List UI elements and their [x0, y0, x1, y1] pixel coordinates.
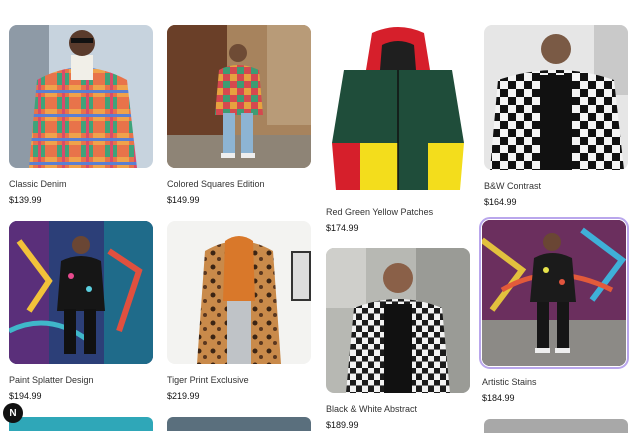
product-price: $174.99 [326, 223, 359, 233]
product-image[interactable] [326, 248, 470, 393]
product-name[interactable]: Paint Splatter Design [9, 375, 153, 385]
product-name[interactable]: Colored Squares Edition [167, 179, 311, 189]
product-image[interactable] [484, 25, 628, 170]
product-image[interactable] [479, 217, 629, 369]
product-card[interactable]: Artistic Stains $184.99 [479, 217, 629, 403]
product-image[interactable] [167, 25, 311, 168]
product-name[interactable]: Artistic Stains [482, 377, 626, 387]
product-image[interactable] [326, 25, 470, 196]
product-image[interactable] [167, 221, 311, 364]
n-logo-badge[interactable]: N [3, 403, 23, 423]
product-price: $219.99 [167, 391, 200, 401]
product-image-partial[interactable] [9, 417, 153, 431]
product-name[interactable]: Black & White Abstract [326, 404, 470, 414]
product-card[interactable]: Red Green Yellow Patches $174.99 [326, 25, 470, 233]
product-price: $164.99 [484, 197, 517, 207]
product-card[interactable]: Paint Splatter Design $194.99 [9, 221, 153, 401]
product-price: $139.99 [9, 195, 42, 205]
product-price: $194.99 [9, 391, 42, 401]
product-price: $149.99 [167, 195, 200, 205]
product-name[interactable]: Classic Denim [9, 179, 153, 189]
product-card[interactable]: Colored Squares Edition $149.99 [167, 25, 311, 205]
product-image[interactable] [9, 221, 153, 364]
product-card[interactable]: B&W Contrast $164.99 [484, 25, 628, 207]
product-image[interactable] [9, 25, 153, 168]
product-image-partial[interactable] [167, 417, 311, 431]
product-card[interactable]: Black & White Abstract $189.99 [326, 248, 470, 430]
product-price: $184.99 [482, 393, 515, 403]
product-card[interactable]: Tiger Print Exclusive $219.99 [167, 221, 311, 401]
product-price: $189.99 [326, 420, 359, 430]
product-card[interactable]: Classic Denim $139.99 [9, 25, 153, 205]
product-name[interactable]: B&W Contrast [484, 181, 628, 191]
product-name[interactable]: Tiger Print Exclusive [167, 375, 311, 385]
product-name[interactable]: Red Green Yellow Patches [326, 207, 470, 217]
